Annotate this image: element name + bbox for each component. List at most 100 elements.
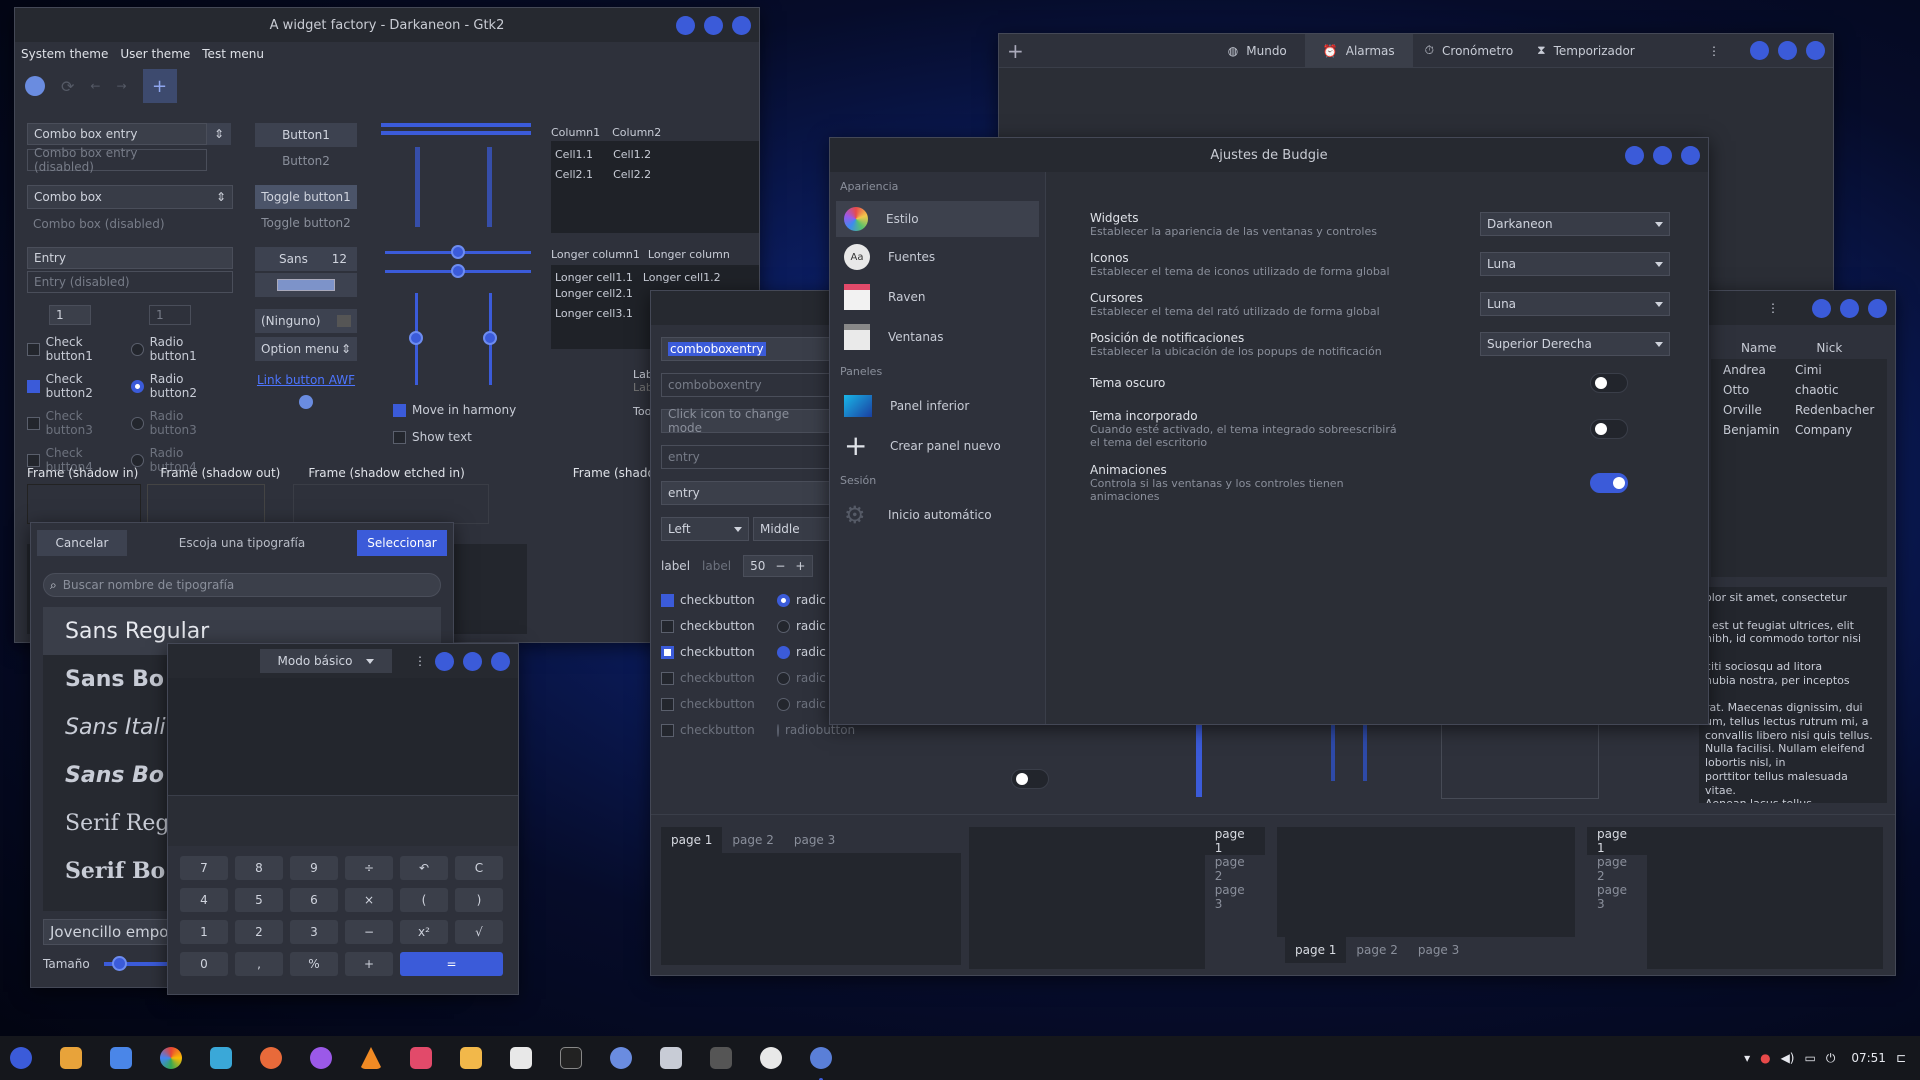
key-open-paren[interactable]: ( — [400, 888, 448, 912]
sidebar-item-inicio-automatico[interactable]: ⚙ Inicio automático — [836, 495, 1039, 535]
column2-header[interactable]: Column2 — [612, 126, 661, 139]
tab-page2[interactable]: page 2 — [722, 827, 783, 853]
check-button-2[interactable] — [27, 379, 40, 393]
button-2[interactable]: Button2 — [255, 149, 357, 173]
key-9[interactable]: 9 — [290, 856, 338, 880]
horizontal-scale-1[interactable] — [385, 245, 531, 259]
menu-dots-icon[interactable]: ⋮ — [1708, 44, 1720, 58]
sidebar-item-raven[interactable]: Raven — [836, 277, 1039, 317]
minimize-button[interactable] — [676, 15, 695, 35]
longer-column1-header[interactable]: Longer column1 — [551, 248, 640, 261]
entry-field[interactable]: entry — [661, 481, 831, 505]
column1-header[interactable]: Column1 — [551, 126, 600, 139]
lorem-text-view[interactable]: olor sit amet, consectetur , est ut feug… — [1699, 587, 1887, 803]
spin-button-1[interactable]: 1 — [49, 305, 91, 325]
menu-dots-icon[interactable]: ⋮ — [1767, 301, 1779, 315]
power-icon[interactable]: ⏻ — [1826, 1051, 1836, 1066]
notification-icon[interactable]: ● — [1760, 1051, 1770, 1065]
tab-mundo[interactable]: Mundo — [1246, 44, 1287, 58]
tree-view[interactable]: Cell1.1 Cell1.2 Cell2.1 Cell2.2 — [551, 141, 759, 233]
tab-page1[interactable]: page 1 — [1587, 827, 1648, 855]
longer-column-header[interactable]: Longer column — [648, 248, 730, 261]
key-1[interactable]: 1 — [180, 920, 228, 944]
color-button[interactable] — [255, 273, 357, 297]
tab-page3[interactable]: page 3 — [1205, 883, 1265, 911]
builtin-theme-switch[interactable] — [1590, 419, 1628, 439]
back-icon[interactable]: ← — [90, 79, 100, 93]
maximize-button[interactable] — [1840, 298, 1859, 318]
sidebar-item-panel-inferior[interactable]: Panel inferior — [836, 386, 1039, 426]
budgie-menu-icon[interactable] — [10, 1047, 32, 1069]
cancel-button[interactable]: Cancelar — [37, 530, 127, 556]
tab-page1[interactable]: page 1 — [661, 827, 723, 853]
click-icon-entry[interactable]: Click icon to change mode — [661, 407, 831, 435]
key-7[interactable]: 7 — [180, 856, 228, 880]
comboboxentry[interactable]: comboboxentry — [661, 337, 831, 361]
key-2[interactable]: 2 — [235, 920, 283, 944]
file-chooser-button[interactable]: (Ninguno) — [255, 309, 357, 333]
tab-alarmas[interactable]: Alarmas — [1346, 44, 1395, 58]
maximize-button[interactable] — [463, 651, 482, 671]
horizontal-scale-2[interactable] — [385, 264, 531, 278]
gimp-icon[interactable] — [25, 76, 45, 96]
refresh-icon[interactable]: ⟳ — [61, 77, 74, 96]
show-text-check[interactable] — [393, 430, 406, 444]
cursors-dropdown[interactable]: Luna — [1480, 292, 1670, 316]
checkbutton-inconsistent[interactable] — [661, 645, 674, 659]
tab-page3[interactable]: page 3 — [784, 827, 845, 853]
link-button[interactable]: Link button AWF — [255, 373, 357, 387]
sidebar-item-fuentes[interactable]: Aa Fuentes — [836, 237, 1039, 277]
switch-off[interactable] — [1011, 769, 1049, 789]
clock-label[interactable]: 07:51 — [1851, 1051, 1886, 1065]
battery-icon[interactable]: ▭ — [1805, 1051, 1816, 1065]
key-4[interactable]: 4 — [180, 888, 228, 912]
notifications-dropdown[interactable]: Superior Derecha — [1480, 332, 1670, 356]
animations-switch[interactable] — [1590, 473, 1628, 493]
key-undo[interactable]: ↶ — [400, 856, 448, 880]
combo-box-entry[interactable]: Combo box entry — [27, 123, 207, 145]
tab-page1[interactable]: page 1 — [1204, 827, 1265, 855]
key-divide[interactable]: ÷ — [345, 856, 393, 880]
minimize-button[interactable] — [1812, 298, 1831, 318]
nick-header[interactable]: Nick — [1816, 341, 1842, 355]
calendar-icon[interactable] — [410, 1047, 432, 1069]
widgets-dropdown[interactable]: Darkaneon — [1480, 212, 1670, 236]
radio-checked[interactable] — [777, 593, 790, 607]
firefox-icon[interactable] — [260, 1047, 282, 1069]
chrome-icon[interactable] — [160, 1047, 182, 1069]
option-menu[interactable]: Option menu ⇕ — [255, 337, 357, 361]
archive-icon[interactable] — [460, 1047, 482, 1069]
minimize-button[interactable] — [1750, 41, 1769, 60]
tab-page3[interactable]: page 3 — [1408, 937, 1469, 963]
minimize-button[interactable] — [435, 651, 454, 671]
maximize-button[interactable] — [704, 15, 723, 35]
calculator-input[interactable] — [168, 796, 518, 846]
tab-page3[interactable]: page 3 — [1587, 883, 1647, 911]
add-icon[interactable]: + — [1007, 39, 1024, 63]
select-button[interactable]: Seleccionar — [357, 530, 447, 556]
spin-arrows[interactable]: ⇕ — [207, 123, 231, 145]
text-editor-icon[interactable] — [510, 1047, 532, 1069]
files-icon[interactable] — [60, 1047, 82, 1069]
menu-test[interactable]: Test menu — [202, 47, 264, 61]
key-percent[interactable]: % — [290, 952, 338, 976]
toggle-button-1[interactable]: Toggle button1 — [255, 185, 357, 209]
sidebar-item-estilo[interactable]: Estilo — [836, 201, 1039, 237]
key-equals[interactable]: = — [400, 952, 503, 976]
key-sqrt[interactable]: √ — [455, 920, 503, 944]
close-button[interactable] — [732, 15, 751, 35]
volume-icon[interactable]: ◀) — [1781, 1051, 1795, 1065]
middle-combo[interactable]: Middle — [753, 517, 831, 541]
music-icon[interactable] — [310, 1047, 332, 1069]
minimize-button[interactable] — [1625, 145, 1644, 165]
key-6[interactable]: 6 — [290, 888, 338, 912]
menu-dots-icon[interactable]: ⋮ — [414, 654, 426, 668]
entry-field[interactable]: Entry — [27, 247, 233, 269]
sidebar-item-crear-panel[interactable]: + Crear panel nuevo — [836, 426, 1039, 466]
checkbutton-checked[interactable] — [661, 593, 674, 607]
forward-icon[interactable]: → — [116, 79, 126, 93]
key-clear[interactable]: C — [455, 856, 503, 880]
settings-icon[interactable] — [810, 1047, 832, 1069]
tab-page1[interactable]: page 1 — [1285, 937, 1347, 963]
names-list[interactable]: Name Nick Andrea Cimi Otto chaotic Orville R… — [1711, 337, 1887, 577]
